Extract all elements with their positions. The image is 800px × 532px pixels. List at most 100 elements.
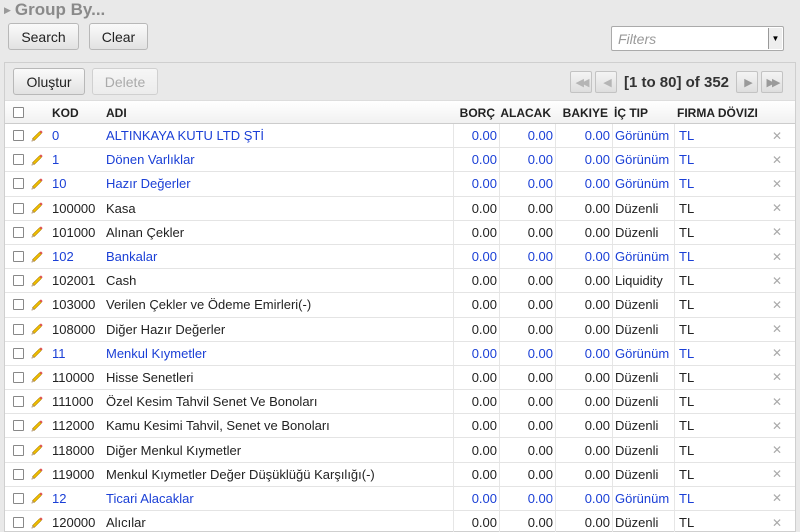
- row-name[interactable]: Diğer Menkul Kıymetler: [106, 438, 452, 461]
- row-code[interactable]: 102: [52, 245, 104, 268]
- close-icon[interactable]: ✕: [769, 221, 785, 244]
- row-checkbox[interactable]: [13, 420, 24, 432]
- row-name[interactable]: Özel Kesim Tahvil Senet Ve Bonoları: [106, 390, 452, 413]
- row-name[interactable]: Hisse Senetleri: [106, 366, 452, 389]
- row-name[interactable]: Cash: [106, 269, 452, 292]
- table-row[interactable]: 102001 Cash 0.00 0.00 0.00 Liquidity TL …: [5, 269, 795, 294]
- close-icon[interactable]: ✕: [769, 245, 785, 268]
- close-icon[interactable]: ✕: [769, 318, 785, 341]
- table-row[interactable]: 11 Menkul Kıymetler 0.00 0.00 0.00 Görün…: [5, 341, 795, 366]
- row-name[interactable]: ALTINKAYA KUTU LTD ŞTİ: [106, 124, 452, 147]
- close-icon[interactable]: ✕: [769, 124, 785, 147]
- last-page-icon[interactable]: ▶▶: [761, 71, 783, 93]
- pencil-icon[interactable]: [30, 225, 44, 239]
- pencil-icon[interactable]: [30, 395, 44, 409]
- pencil-icon[interactable]: [30, 129, 44, 143]
- close-icon[interactable]: ✕: [769, 438, 785, 461]
- row-name[interactable]: Alıcılar: [106, 511, 452, 532]
- row-code[interactable]: 10: [52, 172, 104, 195]
- close-icon[interactable]: ✕: [769, 148, 785, 171]
- pencil-icon[interactable]: [30, 298, 44, 312]
- row-name[interactable]: Kasa: [106, 197, 452, 220]
- column-header-code[interactable]: KOD: [52, 106, 79, 120]
- row-code[interactable]: 1: [52, 148, 104, 171]
- select-all-checkbox[interactable]: [13, 107, 24, 118]
- row-code[interactable]: 102001: [52, 269, 104, 292]
- table-row[interactable]: 10 Hazır Değerler 0.00 0.00 0.00 Görünüm…: [5, 172, 795, 197]
- table-row[interactable]: 12 Ticari Alacaklar 0.00 0.00 0.00 Görün…: [5, 486, 795, 511]
- pencil-icon[interactable]: [30, 177, 44, 191]
- pencil-icon[interactable]: [30, 153, 44, 167]
- group-by-title[interactable]: Group By...: [15, 0, 105, 20]
- pencil-icon[interactable]: [30, 346, 44, 360]
- clear-button[interactable]: Clear: [89, 23, 148, 50]
- table-row[interactable]: 110000 Hisse Senetleri 0.00 0.00 0.00 Dü…: [5, 365, 795, 391]
- row-name[interactable]: Alınan Çekler: [106, 221, 452, 244]
- column-header-currency[interactable]: FIRMA DÖVIZI: [677, 106, 758, 120]
- close-icon[interactable]: ✕: [769, 414, 785, 437]
- first-page-icon[interactable]: ◀◀: [569, 71, 592, 93]
- pencil-icon[interactable]: [30, 419, 44, 433]
- close-icon[interactable]: ✕: [769, 197, 785, 220]
- row-code[interactable]: 12: [52, 487, 104, 510]
- table-row[interactable]: 101000 Alınan Çekler 0.00 0.00 0.00 Düze…: [5, 220, 795, 245]
- row-checkbox[interactable]: [13, 371, 24, 383]
- close-icon[interactable]: ✕: [769, 390, 785, 413]
- row-checkbox[interactable]: [13, 226, 24, 238]
- pencil-icon[interactable]: [30, 467, 44, 481]
- search-button[interactable]: Search: [8, 23, 79, 50]
- row-checkbox[interactable]: [13, 178, 24, 190]
- row-name[interactable]: Kamu Kesimi Tahvil, Senet ve Bonoları: [106, 414, 452, 437]
- row-code[interactable]: 108000: [52, 318, 104, 341]
- expand-triangle-icon[interactable]: ▶: [4, 5, 11, 16]
- pencil-icon[interactable]: [30, 491, 44, 505]
- row-checkbox[interactable]: [13, 444, 24, 456]
- row-code[interactable]: 100000: [52, 197, 104, 220]
- row-code[interactable]: 11: [52, 342, 104, 365]
- row-checkbox[interactable]: [13, 323, 24, 335]
- pencil-icon[interactable]: [30, 443, 44, 457]
- row-name[interactable]: Dönen Varlıklar: [106, 148, 452, 171]
- delete-button[interactable]: Delete: [92, 68, 158, 95]
- pencil-icon[interactable]: [30, 516, 44, 530]
- pencil-icon[interactable]: [30, 201, 44, 215]
- table-row[interactable]: 120000 Alıcılar 0.00 0.00 0.00 Düzenli T…: [5, 511, 795, 532]
- close-icon[interactable]: ✕: [769, 511, 785, 532]
- pencil-icon[interactable]: [30, 370, 44, 384]
- row-name[interactable]: Hazır Değerler: [106, 172, 452, 195]
- row-checkbox[interactable]: [13, 202, 24, 214]
- row-name[interactable]: Menkul Kıymetler Değer Düşüklüğü Karşılı…: [106, 463, 452, 486]
- table-row[interactable]: 108000 Diğer Hazır Değerler 0.00 0.00 0.…: [5, 317, 795, 342]
- row-checkbox[interactable]: [13, 251, 24, 263]
- row-checkbox[interactable]: [13, 492, 24, 504]
- row-code[interactable]: 120000: [52, 511, 104, 532]
- dropdown-arrow-icon[interactable]: ▼: [768, 28, 782, 49]
- row-checkbox[interactable]: [13, 396, 24, 408]
- row-name[interactable]: Ticari Alacaklar: [106, 487, 452, 510]
- row-checkbox[interactable]: [13, 347, 24, 359]
- filters-select[interactable]: Filters ▼: [611, 26, 784, 51]
- table-row[interactable]: 1 Dönen Varlıklar 0.00 0.00 0.00 Görünüm…: [5, 148, 795, 173]
- close-icon[interactable]: ✕: [769, 366, 785, 389]
- row-code[interactable]: 112000: [52, 414, 104, 437]
- row-code[interactable]: 111000: [52, 390, 104, 413]
- close-icon[interactable]: ✕: [769, 172, 785, 195]
- row-checkbox[interactable]: [13, 275, 24, 287]
- close-icon[interactable]: ✕: [769, 342, 785, 365]
- table-row[interactable]: 100000 Kasa 0.00 0.00 0.00 Düzenli TL ✕: [5, 196, 795, 221]
- table-row[interactable]: 118000 Diğer Menkul Kıymetler 0.00 0.00 …: [5, 438, 795, 463]
- row-code[interactable]: 101000: [52, 221, 104, 244]
- row-code[interactable]: 110000: [52, 366, 104, 389]
- table-row[interactable]: 119000 Menkul Kıymetler Değer Düşüklüğü …: [5, 462, 795, 487]
- row-checkbox[interactable]: [13, 299, 24, 311]
- next-page-icon[interactable]: ▶: [736, 71, 758, 93]
- row-code[interactable]: 118000: [52, 438, 104, 461]
- close-icon[interactable]: ✕: [769, 463, 785, 486]
- column-header-balance[interactable]: BAKIYE: [557, 106, 608, 120]
- row-name[interactable]: Diğer Hazır Değerler: [106, 318, 452, 341]
- table-row[interactable]: 102 Bankalar 0.00 0.00 0.00 Görünüm TL ✕: [5, 244, 795, 270]
- pencil-icon[interactable]: [30, 322, 44, 336]
- group-by-header[interactable]: ▶ Group By...: [4, 0, 105, 20]
- row-checkbox[interactable]: [13, 517, 24, 529]
- column-header-name[interactable]: ADI: [106, 106, 127, 120]
